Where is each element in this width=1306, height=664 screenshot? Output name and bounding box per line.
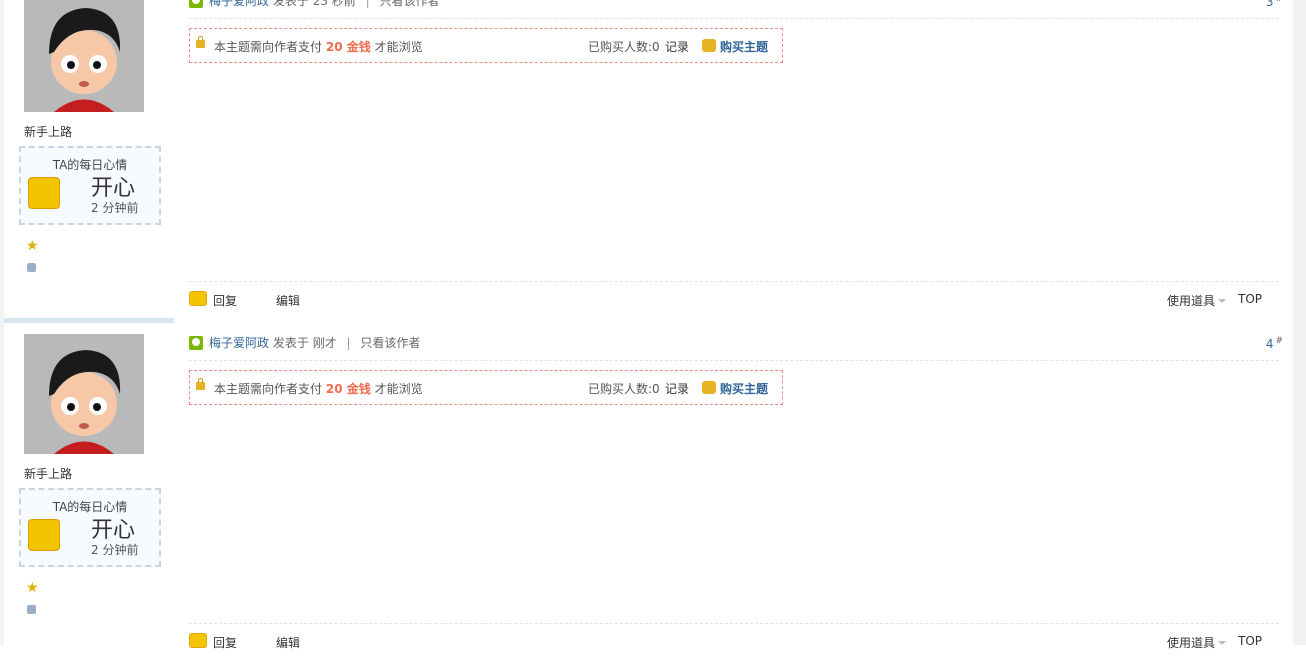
edit-button[interactable]: 编辑 bbox=[276, 634, 300, 651]
divider: | bbox=[365, 0, 370, 8]
top-button[interactable]: TOP bbox=[1238, 292, 1262, 306]
avatar[interactable] bbox=[24, 334, 144, 454]
header-divider bbox=[189, 18, 1279, 19]
reply-icon[interactable] bbox=[189, 633, 207, 648]
floor-value: 3 bbox=[1265, 0, 1274, 9]
posted-prefix: 发表于 bbox=[272, 0, 309, 8]
floor-value: 4 bbox=[1265, 337, 1274, 351]
floor-mark: # bbox=[1275, 0, 1283, 4]
mood-time: 2 分钟前 bbox=[91, 201, 139, 215]
buy-topic-link[interactable]: 购买主题 bbox=[720, 380, 768, 397]
page-scrollbar[interactable] bbox=[1293, 0, 1306, 645]
post-actions: 回复 编辑 使用道具 TOP bbox=[189, 288, 1279, 310]
use-tools-label: 使用道具 bbox=[1167, 294, 1216, 308]
use-tools-label: 使用道具 bbox=[1167, 636, 1216, 650]
post-meta: 梅子爱阿政 发表于 刚才 | 只看该作者 bbox=[189, 334, 420, 351]
pay-text-after: 才能浏览 bbox=[374, 40, 423, 54]
user-icon bbox=[189, 336, 203, 350]
use-tools-menu[interactable]: 使用道具 bbox=[1167, 634, 1227, 651]
floor-mark: # bbox=[1275, 336, 1283, 346]
star-icon[interactable]: ★ bbox=[26, 238, 39, 254]
reply-button[interactable]: 回复 bbox=[213, 634, 237, 651]
posted-time: 刚才 bbox=[312, 336, 337, 350]
record-link[interactable]: 记录 bbox=[665, 38, 689, 55]
buyers-count: 已购买人数:0 bbox=[588, 382, 660, 396]
edit-button[interactable]: 编辑 bbox=[276, 292, 300, 309]
footer-divider bbox=[189, 281, 1279, 282]
header-divider bbox=[189, 360, 1279, 361]
pay-notice: 本主题需向作者支付 20 金钱 才能浏览 已购买人数:0 记录 购买主题 bbox=[189, 370, 783, 405]
chevron-down-icon bbox=[1218, 299, 1227, 303]
posted-time: 23 秒前 bbox=[312, 0, 356, 8]
pay-price: 20 金钱 bbox=[325, 382, 371, 396]
lock-icon bbox=[196, 36, 205, 48]
pay-text-before: 本主题需向作者支付 bbox=[214, 40, 323, 54]
mood-state: 开心 bbox=[91, 176, 136, 201]
coins-icon bbox=[702, 39, 716, 52]
pay-price: 20 金钱 bbox=[325, 40, 371, 54]
happy-face-icon bbox=[28, 519, 60, 551]
daily-mood-box: TA的每日心情 开心 2 分钟前 bbox=[19, 488, 161, 567]
footer-divider bbox=[189, 623, 1279, 624]
pay-text: 本主题需向作者支付 20 金钱 才能浏览 bbox=[214, 38, 423, 55]
use-tools-menu[interactable]: 使用道具 bbox=[1167, 292, 1227, 309]
avatar[interactable] bbox=[24, 0, 144, 112]
medal-icon[interactable] bbox=[27, 605, 36, 614]
reply-icon[interactable] bbox=[189, 291, 207, 306]
pay-notice: 本主题需向作者支付 20 金钱 才能浏览 已购买人数:0 记录 购买主题 bbox=[189, 28, 783, 63]
mood-title: TA的每日心情 bbox=[52, 158, 128, 172]
user-rank: 新手上路 bbox=[24, 467, 73, 481]
author-link[interactable]: 梅子爱阿政 bbox=[209, 336, 269, 350]
pay-text-before: 本主题需向作者支付 bbox=[214, 382, 323, 396]
medal-icon[interactable] bbox=[27, 263, 36, 272]
mood-state: 开心 bbox=[91, 518, 136, 543]
divider: | bbox=[346, 336, 351, 350]
top-button[interactable]: TOP bbox=[1238, 634, 1262, 648]
pay-text-after: 才能浏览 bbox=[374, 382, 423, 396]
post-floor-3: 新手上路 TA的每日心情 开心 2 分钟前 ★ 梅子爱阿政 发表于 23 秒前 … bbox=[4, 0, 1293, 322]
post-actions: 回复 编辑 使用道具 TOP bbox=[189, 630, 1279, 652]
chevron-down-icon bbox=[1218, 641, 1227, 645]
author-link[interactable]: 梅子爱阿政 bbox=[209, 0, 269, 8]
only-author-link[interactable]: 只看该作者 bbox=[379, 0, 439, 8]
coins-icon bbox=[702, 381, 716, 394]
post-floor-4: 新手上路 TA的每日心情 开心 2 分钟前 ★ 梅子爱阿政 发表于 刚才 | 只… bbox=[4, 334, 1293, 664]
pay-text: 本主题需向作者支付 20 金钱 才能浏览 bbox=[214, 380, 423, 397]
mood-time: 2 分钟前 bbox=[91, 543, 139, 557]
floor-number[interactable]: 3# bbox=[1266, 0, 1283, 9]
daily-mood-box: TA的每日心情 开心 2 分钟前 bbox=[19, 146, 161, 225]
lock-icon bbox=[196, 378, 205, 390]
reply-button[interactable]: 回复 bbox=[213, 292, 237, 309]
floor-number[interactable]: 4 # bbox=[1266, 336, 1283, 351]
happy-face-icon bbox=[28, 177, 60, 209]
user-icon bbox=[189, 0, 203, 8]
buyers-count: 已购买人数:0 bbox=[588, 40, 660, 54]
buy-topic-link[interactable]: 购买主题 bbox=[720, 38, 768, 55]
star-icon[interactable]: ★ bbox=[26, 580, 39, 596]
posted-prefix: 发表于 bbox=[272, 336, 309, 350]
post-meta: 梅子爱阿政 发表于 23 秒前 | 只看该作者 bbox=[189, 0, 440, 9]
mood-title: TA的每日心情 bbox=[52, 500, 128, 514]
post-separator bbox=[4, 318, 174, 323]
only-author-link[interactable]: 只看该作者 bbox=[360, 336, 420, 350]
record-link[interactable]: 记录 bbox=[665, 380, 689, 397]
user-rank: 新手上路 bbox=[24, 125, 73, 139]
